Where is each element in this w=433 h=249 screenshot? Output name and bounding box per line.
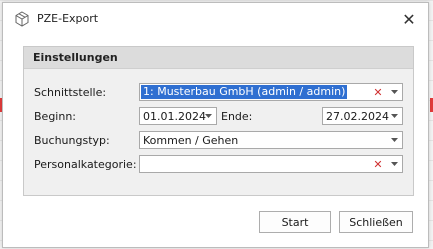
export-app-icon [14, 11, 30, 27]
ende-value: 27.02.2024 [326, 110, 389, 123]
chevron-down-icon[interactable] [386, 108, 402, 124]
buchungstyp-combobox[interactable]: Kommen / Gehen [139, 131, 403, 149]
close-window-button[interactable]: ✕ [394, 6, 424, 32]
close-icon: ✕ [402, 9, 416, 29]
chevron-down-icon[interactable] [386, 84, 402, 100]
buchungstyp-label: Buchungstyp: [34, 134, 110, 147]
schnittstelle-label: Schnittstelle: [34, 86, 107, 99]
chevron-down-icon[interactable] [386, 156, 402, 172]
schnittstelle-combobox[interactable]: 1: Musterbau GmbH (admin / admin) ✕ [139, 83, 403, 101]
personalkategorie-label: Personalkategorie: [34, 158, 137, 171]
beginn-value: 01.01.2024 [143, 110, 206, 123]
start-button[interactable]: Start [259, 211, 331, 233]
window-title: PZE-Export [37, 12, 99, 25]
chevron-down-icon[interactable] [200, 108, 216, 124]
schnittstelle-value: 1: Musterbau GmbH (admin / admin) [141, 85, 348, 99]
beginn-label: Beginn: [34, 110, 77, 123]
beginn-date-picker[interactable]: 01.01.2024 [139, 107, 217, 125]
settings-group: Einstellungen Schnittstelle: 1: Musterba… [23, 46, 414, 196]
chevron-down-icon[interactable] [386, 132, 402, 148]
settings-group-title: Einstellungen [33, 51, 118, 64]
ende-date-picker[interactable]: 27.02.2024 [322, 107, 403, 125]
settings-group-header: Einstellungen [24, 47, 413, 69]
schnittstelle-clear-icon[interactable]: ✕ [372, 85, 384, 99]
title-bar[interactable]: PZE-Export ✕ [3, 3, 428, 35]
ende-label: Ende: [221, 110, 253, 123]
pze-export-dialog: PZE-Export ✕ Einstellungen Schnittstelle… [2, 2, 429, 248]
schliessen-button[interactable]: Schließen [339, 211, 413, 233]
personalkategorie-clear-icon[interactable]: ✕ [372, 157, 384, 171]
personalkategorie-combobox[interactable]: ✕ [139, 155, 403, 173]
buchungstyp-value: Kommen / Gehen [143, 134, 239, 147]
